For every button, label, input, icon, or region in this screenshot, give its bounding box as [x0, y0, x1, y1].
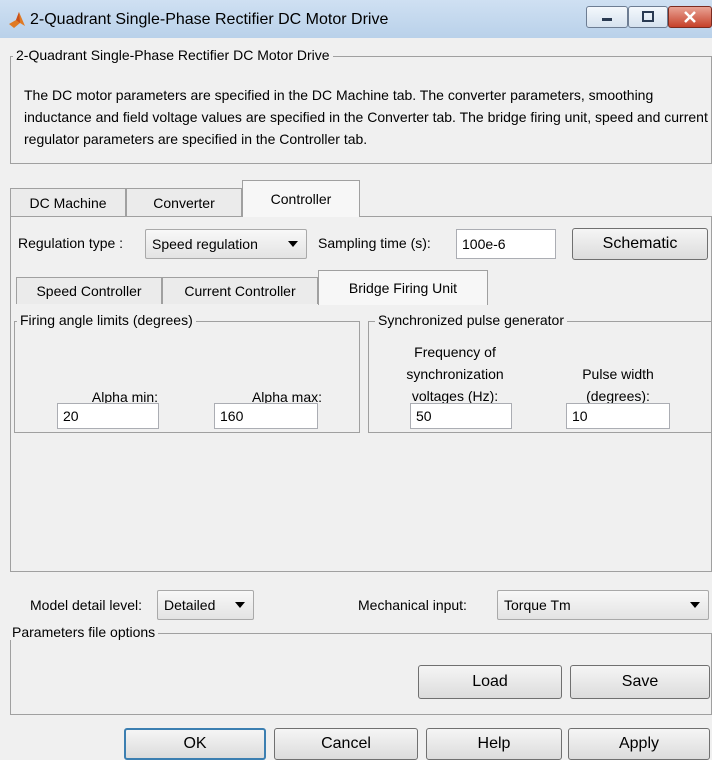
model-detail-value: Detailed [164, 597, 216, 613]
sampling-time-input[interactable]: 100e-6 [456, 229, 556, 259]
parameters-file-title: Parameters file options [9, 624, 159, 640]
tab-bridge-firing-unit[interactable]: Bridge Firing Unit [318, 270, 488, 305]
alpha-max-input[interactable]: 160 [214, 403, 318, 429]
regulation-type-value: Speed regulation [152, 236, 258, 252]
alpha-min-input[interactable]: 20 [57, 403, 159, 429]
maximize-button[interactable] [628, 6, 668, 28]
frequency-label-line-2: synchronization [406, 366, 504, 382]
sampling-time-label: Sampling time (s): [318, 235, 431, 251]
load-button[interactable]: Load [418, 665, 562, 699]
firing-angle-limits-title: Firing angle limits (degrees) [17, 312, 196, 328]
pulse-width-input[interactable]: 10 [566, 403, 670, 429]
apply-button[interactable]: Apply [568, 728, 710, 760]
pulse-width-label-line-1: Pulse width [582, 366, 654, 382]
tab-controller[interactable]: Controller [242, 180, 360, 217]
maximize-icon [642, 11, 654, 22]
ok-button[interactable]: OK [124, 728, 266, 760]
tab-current-controller[interactable]: Current Controller [162, 277, 318, 304]
regulation-type-select[interactable]: Speed regulation [145, 229, 307, 259]
close-icon [684, 11, 696, 23]
mechanical-input-select[interactable]: Torque Tm [497, 590, 709, 620]
minimize-icon [602, 18, 612, 21]
help-button[interactable]: Help [426, 728, 562, 760]
description-group-title: 2-Quadrant Single-Phase Rectifier DC Mot… [13, 47, 333, 63]
frequency-label: Frequency of synchronization voltages (H… [382, 341, 528, 407]
frequency-input[interactable]: 50 [410, 403, 512, 429]
pulse-generator-title: Synchronized pulse generator [375, 312, 568, 328]
regulation-type-label: Regulation type : [18, 235, 124, 251]
title-bar[interactable]: 2-Quadrant Single-Phase Rectifier DC Mot… [0, 0, 712, 38]
description-text: The DC motor parameters are specified in… [24, 87, 708, 147]
tab-dc-machine[interactable]: DC Machine [10, 188, 126, 216]
model-detail-label: Model detail level: [30, 597, 143, 613]
chevron-down-icon [288, 241, 298, 247]
model-detail-select[interactable]: Detailed [157, 590, 254, 620]
chevron-down-icon [690, 602, 700, 608]
pulse-width-label: Pulse width (degrees): [556, 363, 680, 407]
window-title: 2-Quadrant Single-Phase Rectifier DC Mot… [30, 11, 389, 28]
matlab-icon [9, 12, 25, 28]
save-button[interactable]: Save [570, 665, 710, 699]
schematic-button[interactable]: Schematic [572, 228, 708, 260]
mechanical-input-value: Torque Tm [504, 597, 571, 613]
chevron-down-icon [235, 602, 245, 608]
minimize-button[interactable] [586, 6, 628, 28]
frequency-label-line-1: Frequency of [414, 344, 496, 360]
close-button[interactable] [668, 6, 712, 28]
mechanical-input-label: Mechanical input: [358, 597, 467, 613]
tab-converter[interactable]: Converter [126, 188, 242, 216]
cancel-button[interactable]: Cancel [274, 728, 418, 760]
tab-speed-controller[interactable]: Speed Controller [16, 277, 162, 304]
